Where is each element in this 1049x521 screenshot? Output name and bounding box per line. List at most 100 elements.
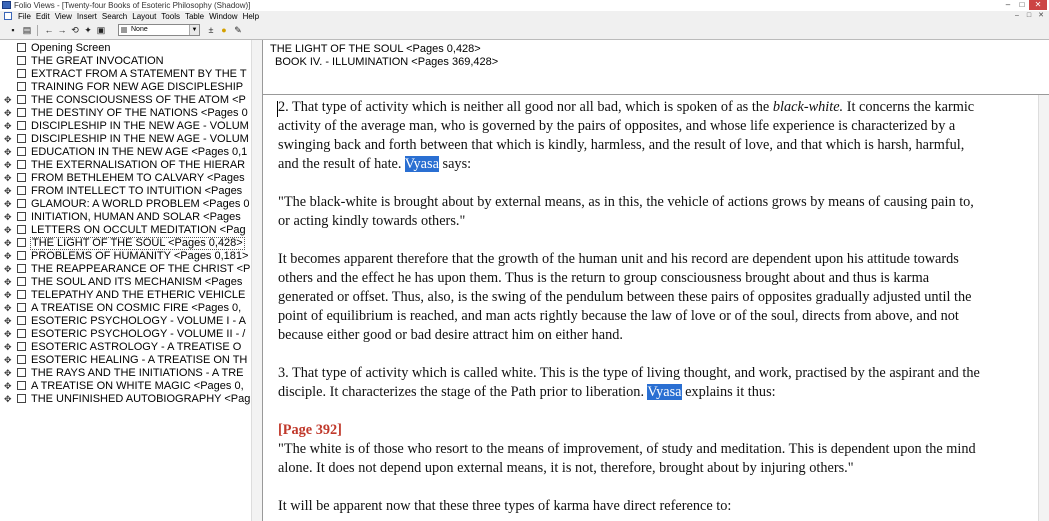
checkbox[interactable] [17, 160, 26, 169]
location-section[interactable]: BOOK IV. - ILLUMINATION <Pages 369,428> [275, 56, 498, 69]
back-icon[interactable]: ← [44, 25, 54, 35]
pencil-icon[interactable]: ✎ [233, 25, 243, 35]
expand-icon[interactable]: ✥ [4, 174, 13, 183]
expand-icon[interactable]: ✥ [4, 369, 13, 378]
tree-item[interactable]: ✥ THE EXTERNALISATION OF THE HIERAR [0, 159, 250, 172]
checkbox[interactable] [17, 381, 26, 390]
doc-close-button[interactable]: ✕ [1035, 11, 1047, 21]
checkbox[interactable] [17, 108, 26, 117]
expand-icon[interactable]: ✥ [4, 122, 13, 131]
menu-edit[interactable]: Edit [34, 11, 53, 22]
tree-item[interactable]: TRAINING FOR NEW AGE DISCIPLESHIP [0, 81, 250, 94]
checkbox[interactable] [17, 212, 26, 221]
tree-item[interactable]: ✥ A TREATISE ON WHITE MAGIC <Pages 0, [0, 380, 250, 393]
checkbox[interactable] [17, 199, 26, 208]
expand-icon[interactable]: ✥ [4, 187, 13, 196]
tree-item[interactable]: ✥ DISCIPLESHIP IN THE NEW AGE - VOLUM [0, 133, 250, 146]
tree-item[interactable]: ✥ GLAMOUR: A WORLD PROBLEM <Pages 0 [0, 198, 250, 211]
expand-icon[interactable]: ✥ [4, 343, 13, 352]
expand-icon[interactable]: ✥ [4, 213, 13, 222]
checkbox[interactable] [17, 186, 26, 195]
menu-tools[interactable]: Tools [159, 11, 183, 22]
history-icon[interactable]: ⟲ [70, 25, 80, 35]
checkbox[interactable] [17, 82, 26, 91]
menu-window[interactable]: Window [207, 11, 240, 22]
menu-help[interactable]: Help [241, 11, 262, 22]
doc-restore-button[interactable]: □ [1023, 11, 1035, 21]
close-button[interactable]: ✕ [1029, 0, 1047, 10]
search-hit-highlight[interactable]: Vyasa [404, 156, 439, 172]
search-hit-highlight[interactable]: Vyasa [647, 384, 682, 400]
expand-icon[interactable]: ✥ [4, 304, 13, 313]
checkbox[interactable] [17, 355, 26, 364]
expand-icon[interactable]: ✥ [4, 161, 13, 170]
tree-item[interactable]: EXTRACT FROM A STATEMENT BY THE T [0, 68, 250, 81]
checkbox[interactable] [17, 95, 26, 104]
menu-layout[interactable]: Layout [130, 11, 159, 22]
expand-icon[interactable]: ✥ [4, 96, 13, 105]
checkbox[interactable] [17, 303, 26, 312]
checkbox[interactable] [17, 173, 26, 182]
tree-item[interactable]: THE GREAT INVOCATION [0, 55, 250, 68]
expand-icon[interactable]: ✥ [4, 265, 13, 274]
tree-item[interactable]: ✥ ESOTERIC PSYCHOLOGY - VOLUME I - A [0, 315, 250, 328]
checkbox[interactable] [17, 238, 26, 247]
checkbox[interactable] [17, 290, 26, 299]
checkbox[interactable] [17, 316, 26, 325]
expand-icon[interactable]: ✥ [4, 395, 13, 404]
tree-item[interactable]: ✥ THE DESTINY OF THE NATIONS <Pages 0 [0, 107, 250, 120]
checkbox[interactable] [17, 69, 26, 78]
style-select[interactable]: None ▼ [118, 24, 200, 36]
checkbox[interactable] [17, 264, 26, 273]
save-icon[interactable]: ▪ [8, 25, 18, 35]
expand-icon[interactable]: ✥ [4, 148, 13, 157]
checkbox[interactable] [17, 147, 26, 156]
tree-item[interactable]: ✥ THE CONSCIOUSNESS OF THE ATOM <P [0, 94, 250, 107]
expand-icon[interactable]: ✥ [4, 226, 13, 235]
checkbox[interactable] [17, 134, 26, 143]
tree-item[interactable]: ✥ ESOTERIC PSYCHOLOGY - VOLUME II - / [0, 328, 250, 341]
checkbox[interactable] [17, 329, 26, 338]
document-icon[interactable] [4, 12, 12, 20]
expand-icon[interactable]: ✥ [4, 135, 13, 144]
tree-item[interactable]: ✥ ESOTERIC HEALING - A TREATISE ON TH [0, 354, 250, 367]
tree-item[interactable]: ✥ PROBLEMS OF HUMANITY <Pages 0,181> [0, 250, 250, 263]
contents-scrollbar[interactable] [251, 40, 262, 521]
expand-icon[interactable]: ✥ [4, 317, 13, 326]
tree-item[interactable]: Opening Screen [0, 42, 250, 55]
tree-item[interactable]: ✥ THE UNFINISHED AUTOBIOGRAPHY <Pag [0, 393, 250, 406]
expand-icon[interactable]: ✥ [4, 291, 13, 300]
expand-icon[interactable]: ✥ [4, 356, 13, 365]
note-icon[interactable]: ± [206, 25, 216, 35]
tree-item[interactable]: ✥ THE REAPPEARANCE OF THE CHRIST <P [0, 263, 250, 276]
tree-item-selected[interactable]: ✥ THE LIGHT OF THE SOUL <Pages 0,428> [0, 237, 250, 250]
checkbox[interactable] [17, 368, 26, 377]
menu-table[interactable]: Table [183, 11, 207, 22]
checkbox[interactable] [17, 277, 26, 286]
search-icon[interactable]: ✦ [83, 25, 93, 35]
expand-icon[interactable]: ✥ [4, 382, 13, 391]
expand-icon[interactable]: ✥ [4, 200, 13, 209]
tree-item[interactable]: ✥ THE RAYS AND THE INITIATIONS - A TRE [0, 367, 250, 380]
forward-icon[interactable]: → [57, 25, 67, 35]
expand-icon[interactable]: ✥ [4, 252, 13, 261]
expand-icon[interactable]: ✥ [4, 239, 13, 248]
location-book[interactable]: THE LIGHT OF THE SOUL <Pages 0,428> [270, 43, 481, 56]
checkbox[interactable] [17, 342, 26, 351]
chevron-down-icon[interactable]: ▼ [189, 25, 199, 35]
minimize-button[interactable]: – [1001, 0, 1015, 10]
tree-item[interactable]: ✥ A TREATISE ON COSMIC FIRE <Pages 0, [0, 302, 250, 315]
expand-icon[interactable]: ✥ [4, 330, 13, 339]
app-icon[interactable] [2, 1, 11, 9]
tree-item[interactable]: ✥ THE SOUL AND ITS MECHANISM <Pages [0, 276, 250, 289]
print-icon[interactable]: ▤ [22, 25, 32, 35]
menu-file[interactable]: File [16, 11, 34, 22]
checkbox[interactable] [17, 56, 26, 65]
expand-icon[interactable]: ✥ [4, 278, 13, 287]
tree-item[interactable]: ✥ ESOTERIC ASTROLOGY - A TREATISE O [0, 341, 250, 354]
doc-minimize-button[interactable]: – [1011, 11, 1023, 21]
contents-icon[interactable]: ▣ [96, 25, 106, 35]
menu-view[interactable]: View [53, 11, 75, 22]
expand-icon[interactable]: ✥ [4, 109, 13, 118]
maximize-button[interactable]: □ [1015, 0, 1029, 10]
